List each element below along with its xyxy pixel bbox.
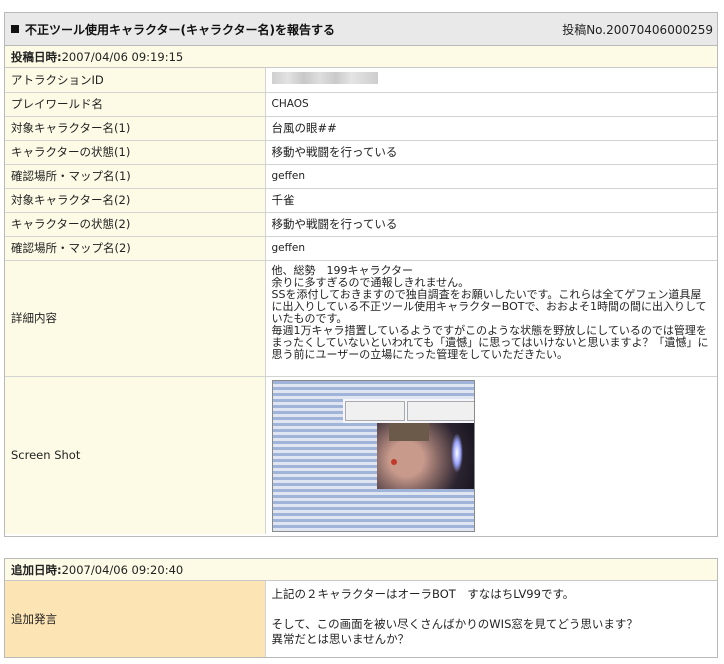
table-row: キャラクターの状態(1) 移動や戦闘を行っている [5,140,717,165]
row-label: 対象キャラクター名(2) [5,188,266,213]
post-date-value: 2007/04/06 09:19:15 [61,49,184,64]
table-row: 追加発言 上記の２キャラクターはオーラBOT すなはちLV99です。 そして、こ… [5,581,717,657]
row-value: 千雀 [265,188,717,213]
addition-date-bar: 追加日時: 2007/04/06 09:20:40 [5,559,717,581]
table-row: 確認場所・マップ名(2) geffen [5,236,717,261]
chat-window-list [376,489,474,532]
table-row: 対象キャラクター名(1) 台風の眼## [5,116,717,141]
table-row: キャラクターの状態(2) 移動や戦闘を行っている [5,212,717,237]
row-label: 確認場所・マップ名(2) [5,236,266,261]
table-row: 詳細内容 他、総勢 199キャラクター 余りに多すぎるので通報しきれません。 S… [5,260,717,377]
addition-label: 追加発言 [5,581,266,657]
detail-text: 他、総勢 199キャラクター 余りに多すぎるので通報しきれません。 SSを添付し… [265,260,717,377]
game-scene [376,423,474,490]
report-panel: 不正ツール使用キャラクター(キャラクター名)を報告する 投稿No.2007040… [4,12,718,537]
row-label: プレイワールド名 [5,92,266,117]
row-value: geffen [265,164,717,189]
detail-label: 詳細内容 [5,260,266,377]
post-date-label: 投稿日時: [11,49,62,64]
dialog-window [344,401,405,422]
table-row: 確認場所・マップ名(1) geffen [5,164,717,189]
row-value: 移動や戦闘を行っている [265,212,717,237]
addition-text: 上記の２キャラクターはオーラBOT すなはちLV99です。 そして、この画面を被… [265,581,717,657]
chat-window-list [272,381,474,400]
attraction-id-value [265,68,717,93]
post-number: 投稿No.20070406000259 [562,22,713,37]
screenshot-thumbnail[interactable] [271,380,475,533]
report-header: 不正ツール使用キャラクター(キャラクター名)を報告する 投稿No.2007040… [5,13,717,46]
row-value: 台風の眼## [265,116,717,141]
row-label: キャラクターの状態(1) [5,140,266,165]
redacted-id-blur [271,72,378,85]
game-character [390,459,397,466]
screenshot-label: Screen Shot [5,376,266,534]
square-bullet-icon [11,25,19,33]
chat-window-list [272,399,343,532]
table-row: アトラクションID [5,68,717,93]
dialog-window [406,401,474,422]
row-value: CHAOS [265,92,717,117]
row-label: アトラクションID [5,68,266,93]
table-row: Screen Shot [5,376,717,534]
addition-table: 追加発言 上記の２キャラクターはオーラBOT すなはちLV99です。 そして、こ… [5,581,717,657]
addition-panel: 追加日時: 2007/04/06 09:20:40 追加発言 上記の２キャラクタ… [4,558,718,658]
report-title: 不正ツール使用キャラクター(キャラクター名)を報告する [11,21,335,38]
post-date-bar: 投稿日時: 2007/04/06 09:19:15 [5,46,717,68]
table-row: プレイワールド名 CHAOS [5,92,717,117]
row-value: 移動や戦闘を行っている [265,140,717,165]
chat-window-list [342,423,377,532]
report-title-text: 不正ツール使用キャラクター(キャラクター名)を報告する [25,22,336,37]
table-row: 対象キャラクター名(2) 千雀 [5,188,717,213]
row-value: geffen [265,236,717,261]
row-label: 確認場所・マップ名(1) [5,164,266,189]
game-light [450,433,463,474]
row-label: キャラクターの状態(2) [5,212,266,237]
addition-date-label: 追加日時: [11,562,62,577]
screenshot-cell [265,376,717,534]
game-wall [388,423,429,442]
row-label: 対象キャラクター名(1) [5,116,266,141]
addition-date-value: 2007/04/06 09:20:40 [61,562,184,577]
report-table: アトラクションID プレイワールド名 CHAOS 対象キャラクター名(1) 台風… [5,68,717,534]
